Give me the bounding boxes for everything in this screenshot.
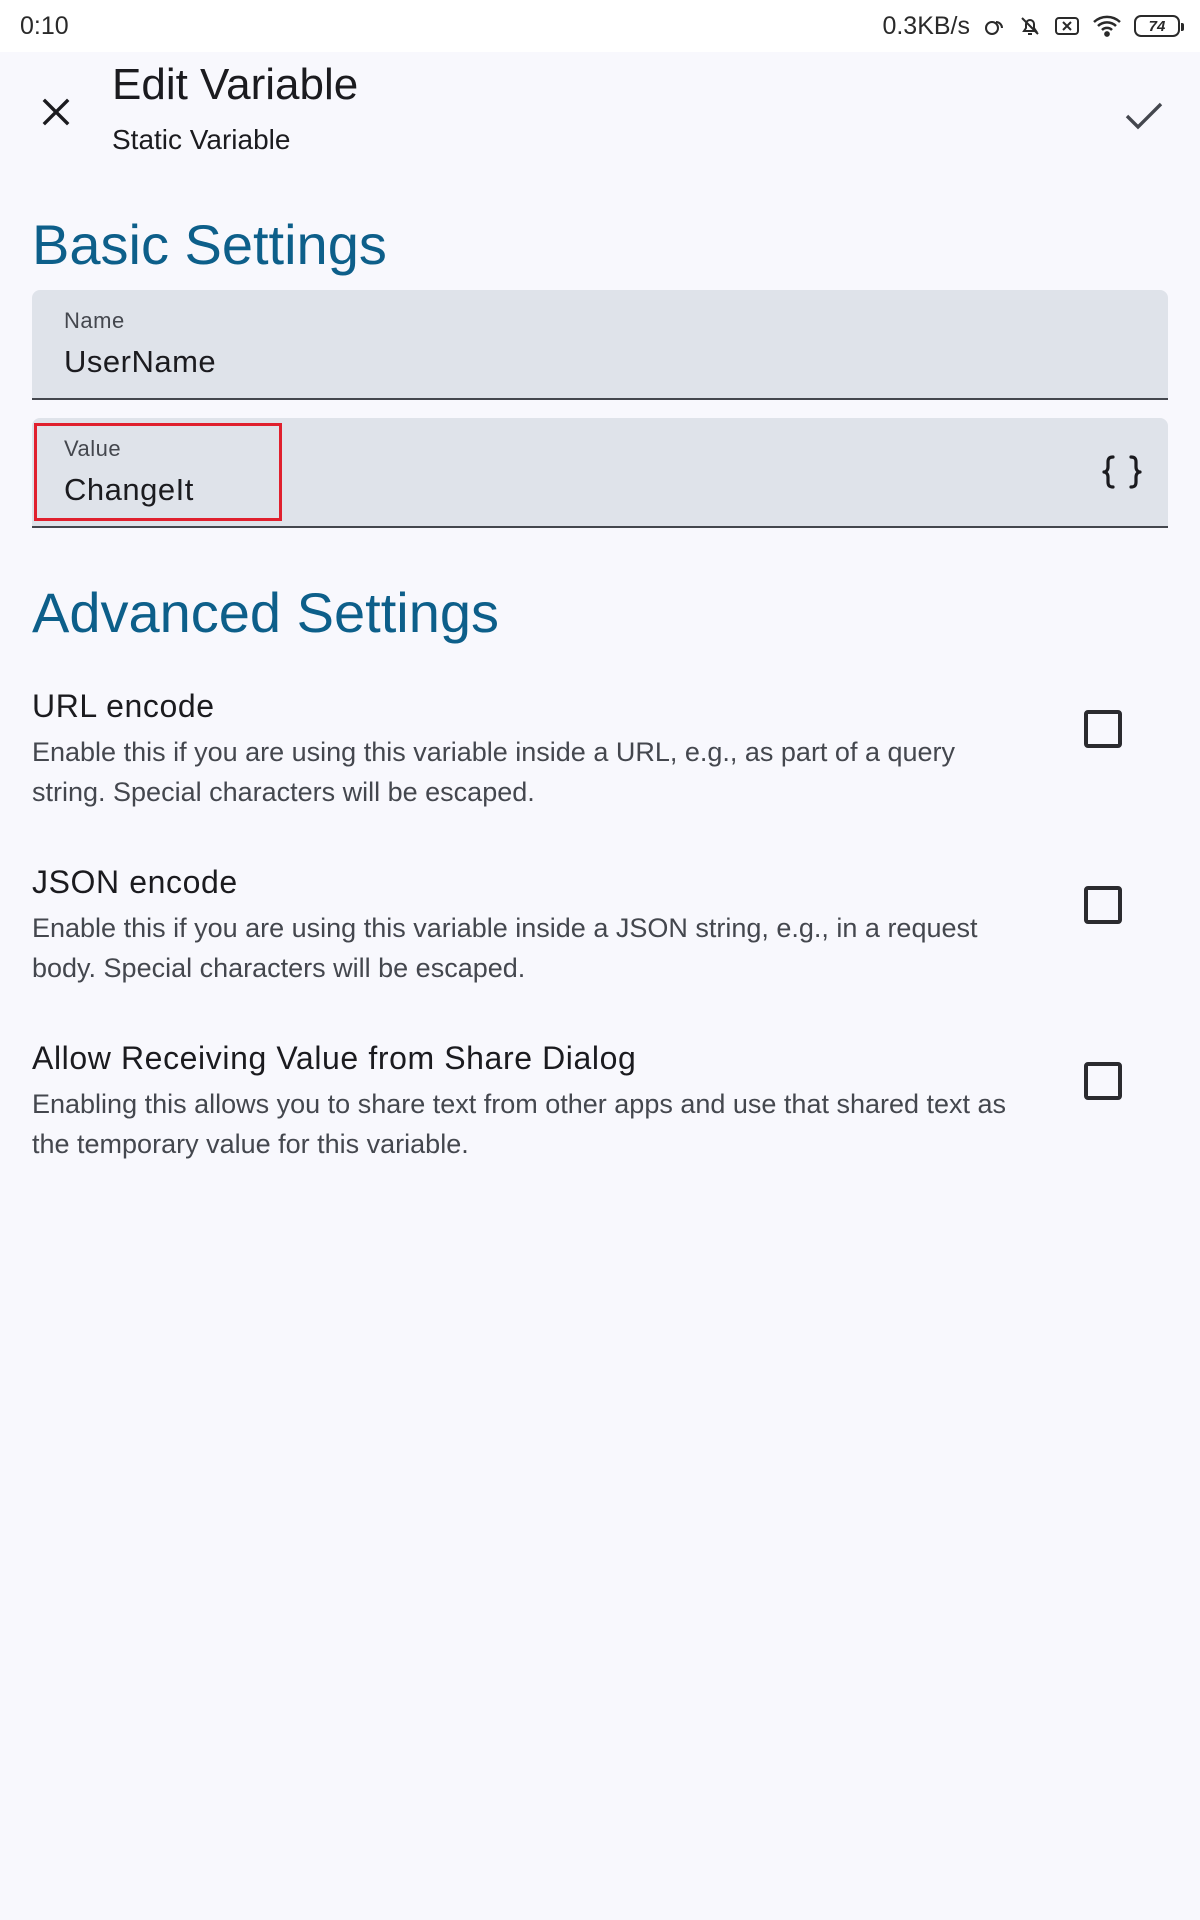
name-field-label: Name: [64, 308, 125, 333]
json-encode-setting[interactable]: JSON encode Enable this if you are using…: [32, 856, 1168, 1006]
top-app-bar: Edit Variable Static Variable: [0, 52, 1200, 170]
curly-braces-icon: [1101, 454, 1143, 495]
value-field[interactable]: Value ChangeIt: [32, 418, 1168, 528]
insert-variable-button[interactable]: [1096, 448, 1148, 500]
value-field-label: Value: [64, 436, 122, 461]
setting-title: JSON encode: [32, 864, 238, 900]
sync-icon: [982, 14, 1006, 38]
bell-off-icon: [1018, 14, 1042, 38]
json-encode-checkbox[interactable]: [1084, 886, 1122, 924]
setting-description: Enable this if you are using this variab…: [32, 913, 978, 983]
basic-settings-heading: Basic Settings: [32, 213, 387, 276]
url-encode-checkbox[interactable]: [1084, 710, 1122, 748]
wifi-icon: [1092, 14, 1122, 38]
value-field-value[interactable]: ChangeIt: [64, 472, 194, 508]
status-time: 0:10: [20, 11, 69, 40]
network-speed: 0.3KB/s: [882, 11, 970, 40]
save-button[interactable]: [1114, 88, 1174, 148]
battery-icon: 74: [1134, 15, 1184, 37]
url-encode-setting[interactable]: URL encode Enable this if you are using …: [32, 680, 1168, 830]
setting-title: Allow Receiving Value from Share Dialog: [32, 1040, 637, 1076]
sim-card-icon: [1054, 15, 1080, 37]
close-icon: [40, 96, 72, 133]
page-title: Edit Variable: [112, 60, 359, 109]
status-bar: 0:10 0.3KB/s 74: [0, 0, 1200, 52]
share-dialog-setting[interactable]: Allow Receiving Value from Share Dialog …: [32, 1032, 1168, 1182]
name-field[interactable]: Name UserName: [32, 290, 1168, 400]
status-icons: 0.3KB/s 74: [882, 11, 1184, 41]
setting-description: Enabling this allows you to share text f…: [32, 1089, 1007, 1159]
share-dialog-checkbox[interactable]: [1084, 1062, 1122, 1100]
setting-description: Enable this if you are using this variab…: [32, 737, 956, 807]
edit-variable-screen: 0:10 0.3KB/s 74 Edit Variable Static Var…: [0, 0, 1200, 1920]
battery-level: 74: [1148, 17, 1166, 35]
check-icon: [1124, 100, 1164, 137]
name-field-value[interactable]: UserName: [64, 344, 216, 380]
advanced-settings-heading: Advanced Settings: [32, 581, 499, 644]
page-subtitle: Static Variable: [112, 124, 291, 155]
close-button[interactable]: [30, 88, 82, 140]
setting-title: URL encode: [32, 688, 215, 724]
